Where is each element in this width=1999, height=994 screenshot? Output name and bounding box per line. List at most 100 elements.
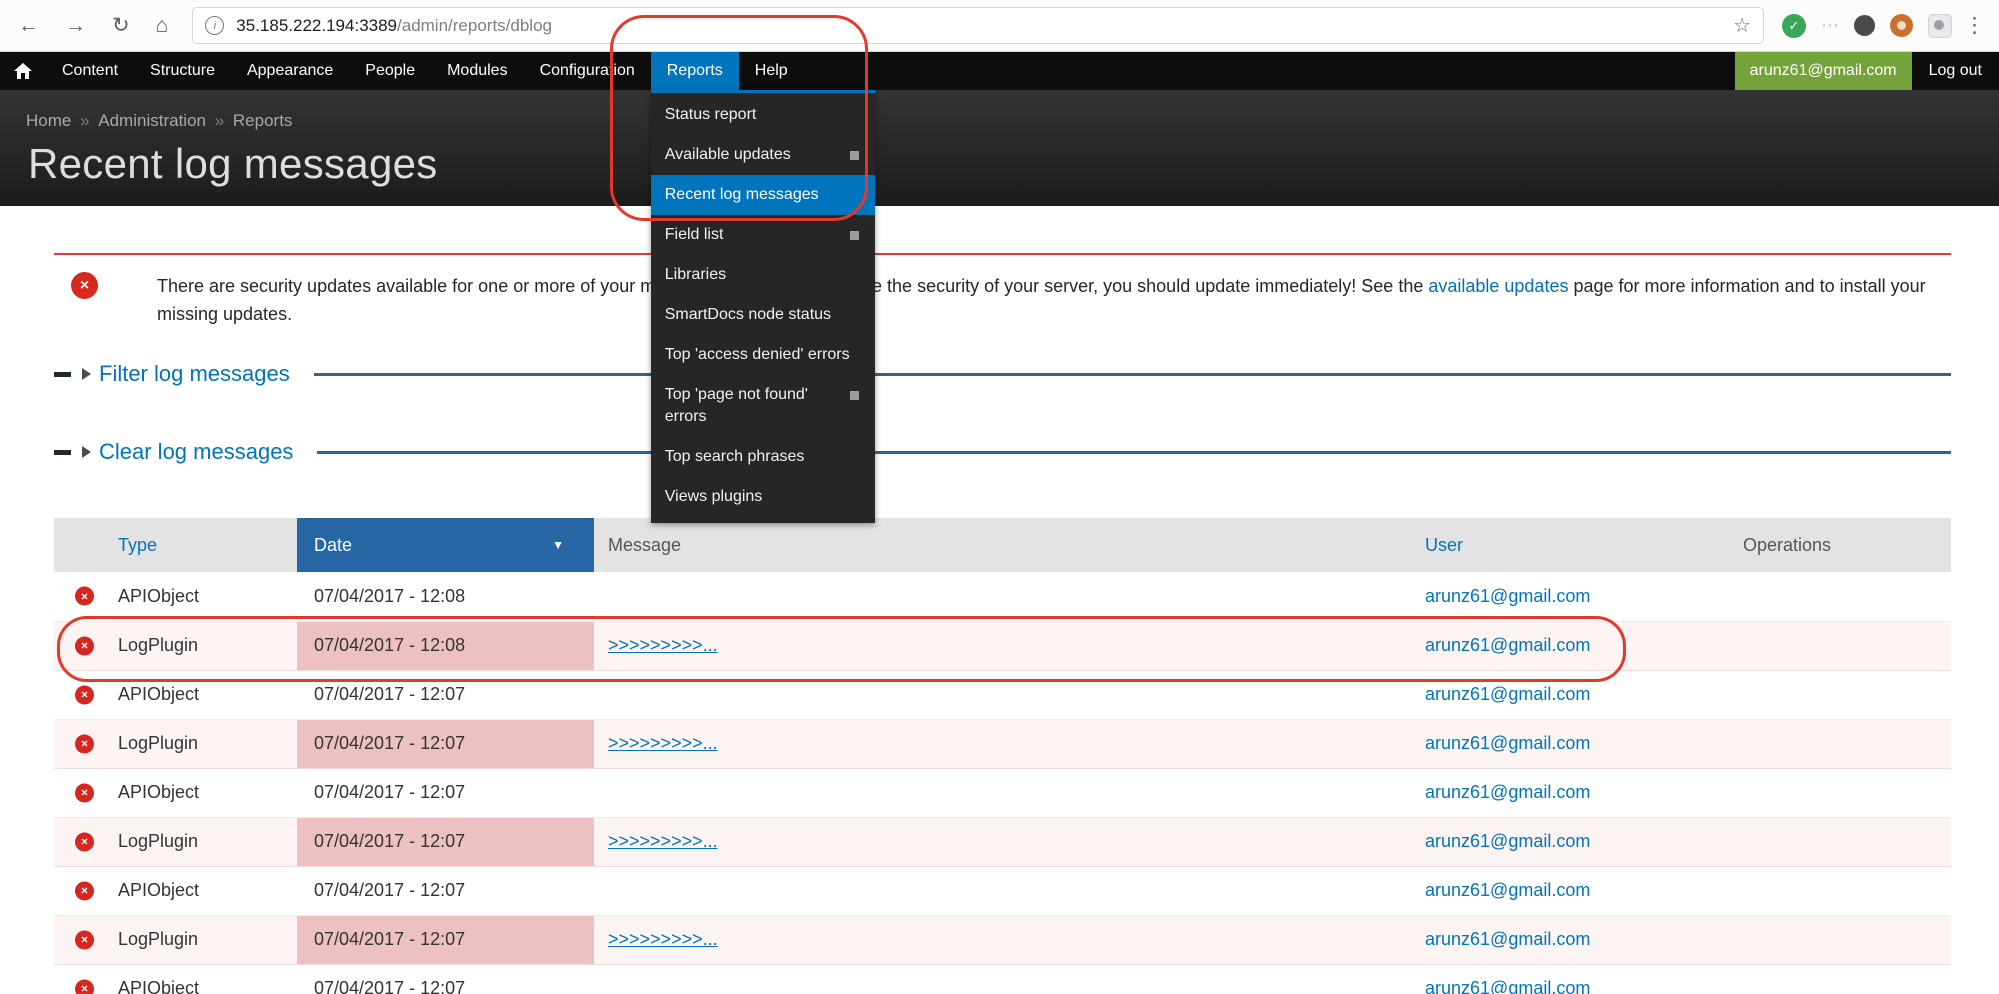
log-type-cell: ×LogPlugin	[54, 621, 297, 670]
error-status-icon: ×	[75, 636, 94, 655]
back-icon[interactable]: ←	[18, 14, 39, 38]
log-user-link[interactable]: arunz61@gmail.com	[1425, 880, 1590, 900]
log-row-log: ×LogPlugin07/04/2017 - 12:07>>>>>>>>>...…	[54, 817, 1951, 866]
toolbar-right: arunz61@gmail.com Log out	[1735, 52, 1999, 90]
dropdown-item-field-list[interactable]: Field list	[651, 215, 875, 255]
toolbar-item-configuration[interactable]: Configuration	[524, 52, 651, 90]
filter-fieldset: Filter log messages	[54, 357, 1951, 391]
dropdown-item-label: Top 'access denied' errors	[665, 344, 850, 366]
log-user-link[interactable]: arunz61@gmail.com	[1425, 635, 1590, 655]
log-operations-cell	[1731, 964, 1951, 994]
log-operations-cell	[1731, 719, 1951, 768]
page-info-icon[interactable]: i	[205, 16, 224, 35]
dropdown-item-label: Top 'page not found' errors	[665, 384, 842, 428]
error-status-icon: ×	[75, 783, 94, 802]
toolbar-item-appearance[interactable]: Appearance	[231, 52, 349, 90]
extension-tray: ✓ ⋯	[1782, 14, 1952, 38]
log-user-link[interactable]: arunz61@gmail.com	[1425, 684, 1590, 704]
log-row-log: ×LogPlugin07/04/2017 - 12:08>>>>>>>>>...…	[54, 621, 1951, 670]
sort-user-link[interactable]: User	[1425, 535, 1463, 555]
dropdown-item-label: Status report	[665, 104, 757, 126]
sort-type-link[interactable]: Type	[118, 535, 157, 555]
update-indicator-icon	[850, 391, 859, 400]
log-user-link[interactable]: arunz61@gmail.com	[1425, 586, 1590, 606]
log-operations-cell	[1731, 866, 1951, 915]
browser-menu-icon[interactable]: ⋮	[1964, 13, 1985, 38]
log-operations-cell	[1731, 817, 1951, 866]
log-table: Type Date▼ Message User Operations ×APIO…	[54, 518, 1951, 994]
toolbar-item-label: Help	[755, 62, 788, 80]
dropdown-item-status-report[interactable]: Status report	[651, 95, 875, 135]
error-status-icon: ×	[75, 685, 94, 704]
log-user-link[interactable]: arunz61@gmail.com	[1425, 733, 1590, 753]
log-message-cell	[594, 964, 1419, 994]
available-updates-link[interactable]: available updates	[1428, 276, 1568, 296]
dropdown-item-label: Libraries	[665, 264, 726, 286]
refresh-icon[interactable]: ↻	[112, 13, 130, 38]
dropdown-item-label: Recent log messages	[665, 184, 819, 206]
log-row-log: ×LogPlugin07/04/2017 - 12:07>>>>>>>>>...…	[54, 915, 1951, 964]
toolbar-item-help[interactable]: Help	[739, 52, 804, 90]
dropdown-item-top-page-not-found-errors[interactable]: Top 'page not found' errors	[651, 375, 875, 437]
log-operations-cell	[1731, 915, 1951, 964]
dropdown-item-top-search-phrases[interactable]: Top search phrases	[651, 437, 875, 477]
log-operations-cell	[1731, 768, 1951, 817]
collapse-dash-icon	[54, 450, 71, 455]
log-message-link[interactable]: >>>>>>>>>...	[608, 733, 718, 753]
error-status-icon: ×	[75, 734, 94, 753]
toolbar-item-reports[interactable]: ReportsStatus reportAvailable updatesRec…	[651, 52, 739, 90]
dropdown-item-recent-log-messages[interactable]: Recent log messages	[651, 175, 875, 215]
breadcrumb-link-reports[interactable]: Reports	[233, 111, 293, 130]
bookmark-star-icon[interactable]: ☆	[1733, 13, 1751, 38]
dropdown-item-available-updates[interactable]: Available updates	[651, 135, 875, 175]
extension-dark-icon[interactable]	[1854, 15, 1875, 36]
toolbar-item-modules[interactable]: Modules	[431, 52, 523, 90]
log-user-cell: arunz61@gmail.com	[1419, 964, 1731, 994]
filter-fieldset-toggle[interactable]: Filter log messages	[99, 361, 290, 387]
log-date-cell: 07/04/2017 - 12:07	[297, 768, 594, 817]
log-type-label: APIObject	[118, 684, 199, 704]
update-indicator-icon	[850, 231, 859, 240]
header-user: User	[1419, 518, 1731, 572]
extension-orange-icon[interactable]	[1890, 14, 1913, 37]
address-bar[interactable]: i 35.185.222.194:3389/admin/reports/dblo…	[192, 7, 1764, 44]
dropdown-item-label: Available updates	[665, 144, 791, 166]
forward-icon[interactable]: →	[65, 14, 86, 38]
extension-dots-icon[interactable]: ⋯	[1821, 15, 1839, 36]
dropdown-item-smartdocs-node-status[interactable]: SmartDocs node status	[651, 295, 875, 335]
log-user-link[interactable]: arunz61@gmail.com	[1425, 929, 1590, 949]
log-row-api: ×APIObject07/04/2017 - 12:07arunz61@gmai…	[54, 964, 1951, 994]
page-header: Home » Administration » Reports Recent l…	[0, 90, 1999, 206]
header-date[interactable]: Date▼	[297, 518, 594, 572]
extension-camera-icon[interactable]	[1928, 14, 1952, 38]
dropdown-item-top-access-denied-errors[interactable]: Top 'access denied' errors	[651, 335, 875, 375]
fieldset-rule	[317, 451, 1951, 454]
clear-fieldset-toggle[interactable]: Clear log messages	[99, 439, 293, 465]
home-icon	[14, 63, 32, 79]
log-message-link[interactable]: >>>>>>>>>...	[608, 831, 718, 851]
log-user-cell: arunz61@gmail.com	[1419, 670, 1731, 719]
browser-home-icon[interactable]: ⌂	[156, 14, 169, 38]
collapsed-arrow-icon	[82, 446, 91, 458]
toolbar-item-people[interactable]: People	[349, 52, 431, 90]
error-status-icon: ×	[75, 979, 94, 994]
dropdown-item-views-plugins[interactable]: Views plugins	[651, 477, 875, 517]
log-message-link[interactable]: >>>>>>>>>...	[608, 929, 718, 949]
extension-check-icon[interactable]: ✓	[1782, 14, 1806, 38]
content: × There are security updates available f…	[0, 253, 1999, 994]
logout-button[interactable]: Log out	[1912, 52, 1999, 90]
log-message-cell	[594, 670, 1419, 719]
breadcrumb-link-home[interactable]: Home	[26, 111, 71, 130]
log-date-cell: 07/04/2017 - 12:07	[297, 915, 594, 964]
toolbar-item-structure[interactable]: Structure	[134, 52, 231, 90]
log-message-link[interactable]: >>>>>>>>>...	[608, 635, 718, 655]
account-badge[interactable]: arunz61@gmail.com	[1735, 52, 1912, 90]
log-user-link[interactable]: arunz61@gmail.com	[1425, 831, 1590, 851]
breadcrumb-link-administration[interactable]: Administration	[98, 111, 206, 130]
dropdown-item-libraries[interactable]: Libraries	[651, 255, 875, 295]
log-user-link[interactable]: arunz61@gmail.com	[1425, 978, 1590, 994]
toolbar-item-content[interactable]: Content	[46, 52, 134, 90]
log-user-cell: arunz61@gmail.com	[1419, 866, 1731, 915]
log-user-link[interactable]: arunz61@gmail.com	[1425, 782, 1590, 802]
admin-home-icon[interactable]	[0, 52, 46, 90]
